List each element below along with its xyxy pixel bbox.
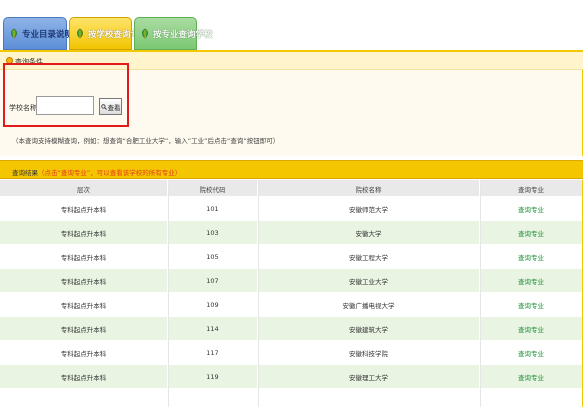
table-row: 专科起点升本科 103 安徽大学 查询专业 xyxy=(0,221,583,245)
cell-level: 专科起点升本科 xyxy=(0,245,168,269)
highlight-box xyxy=(3,63,129,127)
cell-code: 107 xyxy=(168,269,258,293)
column-header-code: 院校代码 xyxy=(168,180,258,197)
column-header-name: 院校名称 xyxy=(258,180,480,197)
tab-by-major[interactable]: 按专业查询学校 xyxy=(134,17,213,50)
cell-school-name: 安徽理工大学 xyxy=(258,365,480,389)
table-row: 专科起点升本科 114 安徽建筑大学 查询专业 xyxy=(0,317,583,341)
tab-bar: 专业目录说明 按学校查询专业 按专业查询学校 xyxy=(2,17,585,50)
cell-code: 101 xyxy=(168,197,258,221)
query-major-link[interactable]: 查询专业 xyxy=(518,204,544,214)
query-major-link[interactable]: 查询专业 xyxy=(518,300,544,310)
cell-school-name: 安徽工业大学 xyxy=(258,269,480,293)
search-hint: （本查询支持模糊查询，例如：想查询“合肥工业大学”，输入“工业”后点击“查询”按… xyxy=(12,137,280,145)
column-header-action: 查询专业 xyxy=(480,180,583,197)
table-row: 专科起点升本科 117 安徽科技学院 查询专业 xyxy=(0,341,583,365)
tab-major-catalog[interactable]: 专业目录说明 xyxy=(3,17,73,50)
table-row: 专科起点升本科 107 安徽工业大学 查询专业 xyxy=(0,269,583,293)
column-divider xyxy=(480,180,481,407)
leaf-icon xyxy=(142,28,148,39)
cell-code: 103 xyxy=(168,221,258,245)
leaf-icon xyxy=(77,28,83,39)
school-name-label: 学校名称 xyxy=(9,104,37,112)
cell-level: 专科起点升本科 xyxy=(0,293,168,317)
cell-level: 专科起点升本科 xyxy=(0,365,168,389)
cell-school-name: 安徽科技学院 xyxy=(258,341,480,365)
cell-level: 专科起点升本科 xyxy=(0,341,168,365)
table-row: 专科起点升本科 119 安徽理工大学 查询专业 xyxy=(0,365,583,389)
cell-code: 119 xyxy=(168,365,258,389)
search-button[interactable]: 查看 xyxy=(99,98,122,115)
tab-label: 专业目录说明 xyxy=(22,29,74,40)
cell-code: 117 xyxy=(168,341,258,365)
results-note: （点击“查询专业”，可以查看该学校的所有专业） xyxy=(38,169,182,177)
table-row: 专科起点升本科 109 安徽广播电视大学 查询专业 xyxy=(0,293,583,317)
cell-level: 专科起点升本科 xyxy=(0,197,168,221)
table-row: 专科起点升本科 105 安徽工程大学 查询专业 xyxy=(0,245,583,269)
cell-school-name: 安徽建筑大学 xyxy=(258,317,480,341)
tab-label: 按专业查询学校 xyxy=(153,29,213,40)
results-table: 层次 院校代码 院校名称 查询专业 专科起点升本科 101 安徽师范大学 查询专… xyxy=(0,180,583,389)
results-header: 查询结果（点击“查询专业”，可以查看该学校的所有专业） xyxy=(0,160,583,179)
cell-level: 专科起点升本科 xyxy=(0,317,168,341)
school-name-input[interactable] xyxy=(36,96,94,115)
column-header-level: 层次 xyxy=(0,180,168,197)
cell-school-name: 安徽师范大学 xyxy=(258,197,480,221)
magnifier-icon xyxy=(100,103,107,110)
query-major-link[interactable]: 查询专业 xyxy=(518,252,544,262)
query-major-link[interactable]: 查询专业 xyxy=(518,372,544,382)
results-title: 查询结果 xyxy=(12,169,38,177)
cell-level: 专科起点升本科 xyxy=(0,269,168,293)
column-divider xyxy=(168,180,169,407)
cell-school-name: 安徽大学 xyxy=(258,221,480,245)
query-major-link[interactable]: 查询专业 xyxy=(518,324,544,334)
table-row: 专科起点升本科 101 安徽师范大学 查询专业 xyxy=(0,197,583,221)
query-major-link[interactable]: 查询专业 xyxy=(518,348,544,358)
cell-code: 105 xyxy=(168,245,258,269)
cell-level: 专科起点升本科 xyxy=(0,221,168,245)
tab-by-school[interactable]: 按学校查询专业 xyxy=(69,17,148,50)
cell-school-name: 安徽工程大学 xyxy=(258,245,480,269)
cell-school-name: 安徽广播电视大学 xyxy=(258,293,480,317)
cell-code: 109 xyxy=(168,293,258,317)
query-major-link[interactable]: 查询专业 xyxy=(518,228,544,238)
column-divider xyxy=(258,180,259,407)
table-header-row: 层次 院校代码 院校名称 查询专业 xyxy=(0,180,583,197)
cell-code: 114 xyxy=(168,317,258,341)
leaf-icon xyxy=(11,28,17,39)
table-right-border xyxy=(582,180,583,407)
search-button-label: 查看 xyxy=(107,103,121,112)
query-major-link[interactable]: 查询专业 xyxy=(518,276,544,286)
